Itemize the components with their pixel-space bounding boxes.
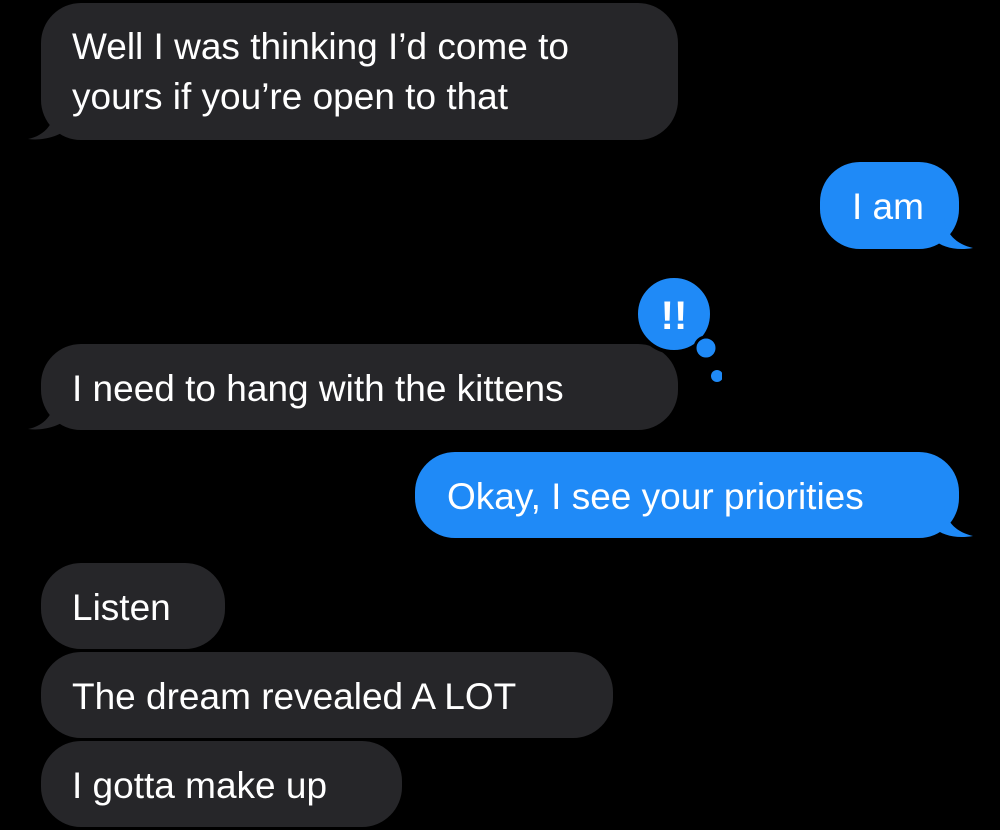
reaction-glyph: !! [661, 294, 688, 338]
outgoing-bubble-tail [934, 218, 973, 250]
outgoing-message-bubble[interactable]: Okay, I see your priorities [415, 452, 959, 538]
incoming-message-bubble[interactable]: Listen [41, 563, 225, 649]
incoming-message-bubble[interactable]: I need to hang with the kittens [41, 344, 678, 430]
incoming-bubble-tail [28, 108, 66, 140]
message-text: The dream revealed A LOT [72, 676, 517, 717]
message-text: Listen [72, 587, 171, 628]
incoming-message-bubble[interactable]: I gotta make up [41, 741, 402, 827]
message-text-line: Well I was thinking I’d come to [72, 26, 569, 67]
exclamation-tapback-icon[interactable]: !! [632, 272, 723, 382]
message-text: I am [852, 186, 924, 227]
incoming-message-bubble[interactable]: The dream revealed A LOT [41, 652, 613, 738]
incoming-bubble-tail [28, 398, 66, 430]
message-text: I need to hang with the kittens [72, 368, 564, 409]
message-text: Okay, I see your priorities [447, 476, 864, 517]
message-text-line: yours if you’re open to that [72, 76, 509, 117]
outgoing-bubble-tail [934, 506, 973, 538]
incoming-message-bubble[interactable]: Well I was thinking I’d come to yours if… [41, 3, 678, 140]
message-text: I gotta make up [72, 765, 328, 806]
